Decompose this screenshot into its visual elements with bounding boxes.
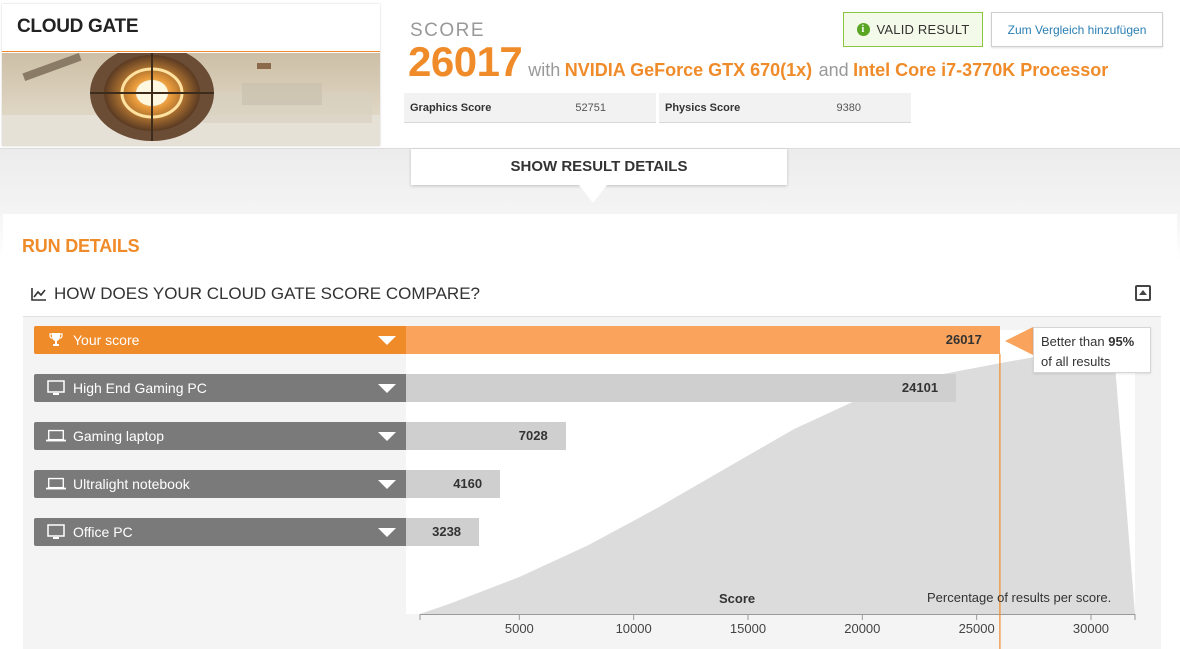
x-tick-label: 15000	[729, 621, 767, 636]
desktop-icon	[46, 524, 66, 540]
chevron-down-icon[interactable]	[378, 384, 396, 393]
distribution-chart	[419, 350, 1136, 649]
row-label-text: Your score	[73, 332, 140, 348]
chevron-down-icon[interactable]	[378, 528, 396, 537]
tooltip-prefix: Better than	[1041, 334, 1109, 349]
tooltip-percent: 95%	[1108, 334, 1135, 349]
chevron-down-icon[interactable]	[378, 336, 396, 345]
reference-score-bar: 3238	[406, 518, 480, 546]
row-label-text: Office PC	[73, 524, 133, 540]
tooltip-pointer	[1005, 327, 1033, 355]
x-tick-label: 10000	[615, 621, 652, 636]
x-tick-label: 30000	[1072, 621, 1110, 636]
tooltip-suffix: of all results	[1041, 354, 1111, 369]
reference-score-bar: 4160	[406, 470, 501, 498]
your-score-selector[interactable]: Your score	[34, 326, 406, 354]
percentile-tooltip: Better than 95% of all results	[1033, 327, 1151, 373]
chevron-down-icon[interactable]	[378, 432, 396, 441]
reference-system-selector[interactable]: Ultralight notebook	[34, 470, 406, 498]
reference-system-selector[interactable]: High End Gaming PC	[34, 374, 406, 402]
row-label-text: Ultralight notebook	[73, 476, 190, 492]
laptop-icon	[46, 429, 66, 443]
trophy-icon	[46, 332, 66, 348]
desktop-icon	[46, 380, 66, 396]
chevron-down-icon[interactable]	[378, 480, 396, 489]
laptop-icon	[46, 477, 66, 491]
your-score-bar: 26017	[406, 326, 1000, 354]
reference-score-bar: 24101	[406, 374, 957, 402]
x-tick-label: 20000	[844, 621, 881, 636]
x-axis-title: Score	[719, 591, 756, 606]
distribution-note: Percentage of results per score.	[927, 590, 1112, 605]
reference-score-bar: 7028	[406, 422, 566, 450]
row-label-text: High End Gaming PC	[73, 380, 207, 396]
x-tick-label: 25000	[958, 621, 995, 636]
x-tick-label: 5000	[504, 621, 534, 636]
reference-system-selector[interactable]: Office PC	[34, 518, 406, 546]
row-label-text: Gaming laptop	[73, 428, 165, 444]
reference-system-selector[interactable]: Gaming laptop	[34, 422, 406, 450]
